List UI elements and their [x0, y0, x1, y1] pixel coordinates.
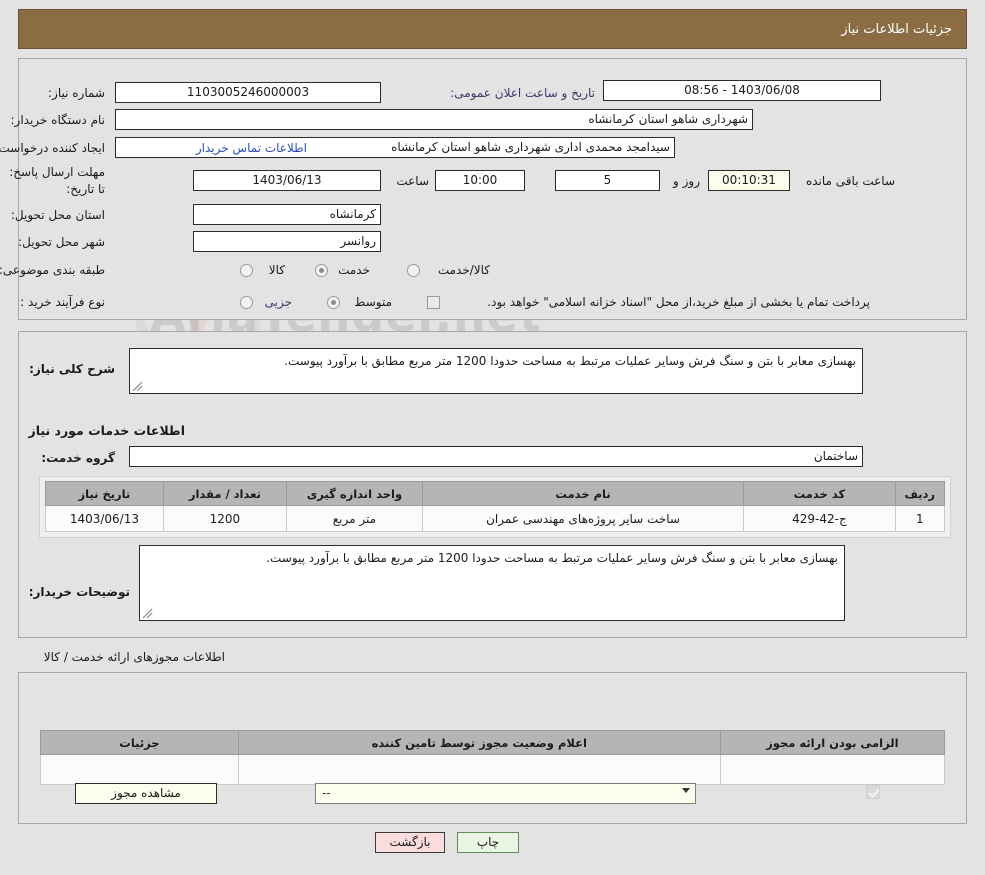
- radio-process-medium[interactable]: [327, 296, 340, 309]
- buyer-org-value: شهرداری شاهو استان کرمانشاه: [115, 109, 753, 130]
- category-label: طبقه بندی موضوعی:: [0, 263, 105, 277]
- radio-process-minor[interactable]: [240, 296, 253, 309]
- purchase-process-label: نوع فرآیند خرید :: [20, 295, 105, 309]
- cell-name: ساخت سایر پروژه‌های مهندسی عمران: [421, 505, 745, 532]
- buyer-notes-text: بهسازی معابر با بتن و سنگ فرش وسایر عملی…: [266, 551, 838, 565]
- treasury-bond-checkbox[interactable]: [427, 296, 440, 309]
- countdown-timer-value: 00:10:31: [708, 170, 790, 191]
- days-unit-label: روز و: [673, 174, 700, 188]
- permit-status-value: --: [322, 786, 331, 800]
- delivery-city-label: شهر محل تحویل:: [18, 235, 105, 249]
- permits-section-caption: اطلاعات مجوزهای ارائه خدمت / کالا: [43, 650, 225, 664]
- requester-label: ایجاد کننده درخواست:: [0, 141, 105, 155]
- buyer-contact-link[interactable]: اطلاعات تماس خریدار: [196, 141, 307, 155]
- col-permit-details: جزئیات: [40, 730, 239, 755]
- radio-category-service-label: خدمت: [338, 263, 370, 277]
- chevron-down-icon: [682, 788, 690, 793]
- radio-category-goods-service-label: کالا/خدمت: [437, 263, 490, 277]
- table-row: [40, 754, 946, 785]
- view-permit-button[interactable]: مشاهده مجوز: [75, 783, 217, 804]
- radio-category-goods-label: کالا: [268, 263, 285, 277]
- col-index: ردیف: [894, 481, 946, 506]
- cell-permit-required: [719, 754, 946, 785]
- cell-permit-details: [40, 754, 239, 785]
- remaining-hours-label: ساعت باقی مانده: [805, 174, 895, 188]
- buyer-notes-textarea[interactable]: بهسازی معابر با بتن و سنگ فرش وسایر عملی…: [139, 545, 845, 621]
- need-number-value: 1103005246000003: [115, 82, 381, 103]
- need-number-label: شماره نیاز:: [48, 86, 105, 100]
- services-section-heading: اطلاعات خدمات مورد نیاز: [28, 423, 186, 438]
- remaining-days-value: 5: [555, 170, 660, 191]
- hour-label: ساعت: [396, 174, 429, 188]
- cell-code: ج-42-429: [743, 505, 896, 532]
- cell-qty: 1200: [162, 505, 287, 532]
- col-permit-required: الزامی بودن ارائه مجوز: [719, 730, 946, 755]
- col-qty: تعداد / مقدار: [162, 481, 287, 506]
- radio-category-service[interactable]: [315, 264, 328, 277]
- col-permit-status: اعلام وضعیت مجوز توسط تامین کننده: [237, 730, 721, 755]
- service-group-value: ساختمان: [129, 446, 863, 467]
- services-table: ردیف کد خدمت نام خدمت واحد اندازه گیری ت…: [45, 481, 946, 532]
- announcement-datetime-label: تاریخ و ساعت اعلان عمومی:: [450, 86, 595, 100]
- col-code: کد خدمت: [743, 481, 896, 506]
- permit-status-dropdown[interactable]: --: [315, 783, 696, 804]
- cell-permit-status: [237, 754, 721, 785]
- service-group-label: گروه خدمت:: [41, 451, 115, 465]
- permits-table-header-row: الزامی بودن ارائه مجوز اعلام وضعیت مجوز …: [40, 730, 946, 755]
- delivery-city-value: روانسر: [193, 231, 381, 252]
- need-summary-textarea[interactable]: بهسازی معابر با بتن و سنگ فرش وسایر عملی…: [129, 348, 863, 394]
- radio-process-minor-label: جزیی: [264, 295, 292, 309]
- back-button[interactable]: بازگشت: [375, 832, 445, 853]
- page-title-text: جزئیات اطلاعات نیاز: [841, 21, 952, 37]
- need-summary-label: شرح کلی نیاز:: [29, 362, 115, 376]
- print-button[interactable]: چاپ: [457, 832, 519, 853]
- resize-grip-icon[interactable]: [132, 381, 143, 392]
- treasury-bond-note: پرداخت تمام یا بخشی از مبلغ خرید،از محل …: [487, 295, 870, 309]
- cell-index: 1: [894, 505, 946, 532]
- table-row: 1 ج-42-429 ساخت سایر پروژه‌های مهندسی عم…: [45, 505, 946, 532]
- cell-unit: متر مربع: [285, 505, 423, 532]
- deadline-label: مهلت ارسال پاسخ: تا تاریخ:: [9, 165, 105, 196]
- page-title: جزئیات اطلاعات نیاز: [18, 9, 967, 49]
- need-summary-text: بهسازی معابر با بتن و سنگ فرش وسایر عملی…: [284, 354, 856, 368]
- deadline-date-value: 1403/06/13: [193, 170, 381, 191]
- radio-category-goods[interactable]: [240, 264, 253, 277]
- col-date: تاریخ نیاز: [45, 481, 164, 506]
- permit-required-checkbox[interactable]: [866, 785, 880, 799]
- cell-date: 1403/06/13: [45, 505, 164, 532]
- buyer-notes-label: توضیحات خریدار:: [28, 585, 130, 599]
- deadline-time-value: 10:00: [435, 170, 525, 191]
- buyer-org-label: نام دستگاه خریدار:: [10, 113, 106, 127]
- services-table-header-row: ردیف کد خدمت نام خدمت واحد اندازه گیری ت…: [45, 481, 946, 506]
- resize-grip-icon[interactable]: [142, 608, 153, 619]
- col-name: نام خدمت: [421, 481, 745, 506]
- delivery-province-label: استان محل تحویل:: [10, 208, 105, 222]
- permits-table: الزامی بودن ارائه مجوز اعلام وضعیت مجوز …: [40, 730, 946, 785]
- delivery-province-value: کرمانشاه: [193, 204, 381, 225]
- announcement-datetime-value: 1403/06/08 - 08:56: [603, 80, 881, 101]
- radio-process-medium-label: متوسط: [354, 295, 392, 309]
- radio-category-goods-service[interactable]: [407, 264, 420, 277]
- col-unit: واحد اندازه گیری: [285, 481, 423, 506]
